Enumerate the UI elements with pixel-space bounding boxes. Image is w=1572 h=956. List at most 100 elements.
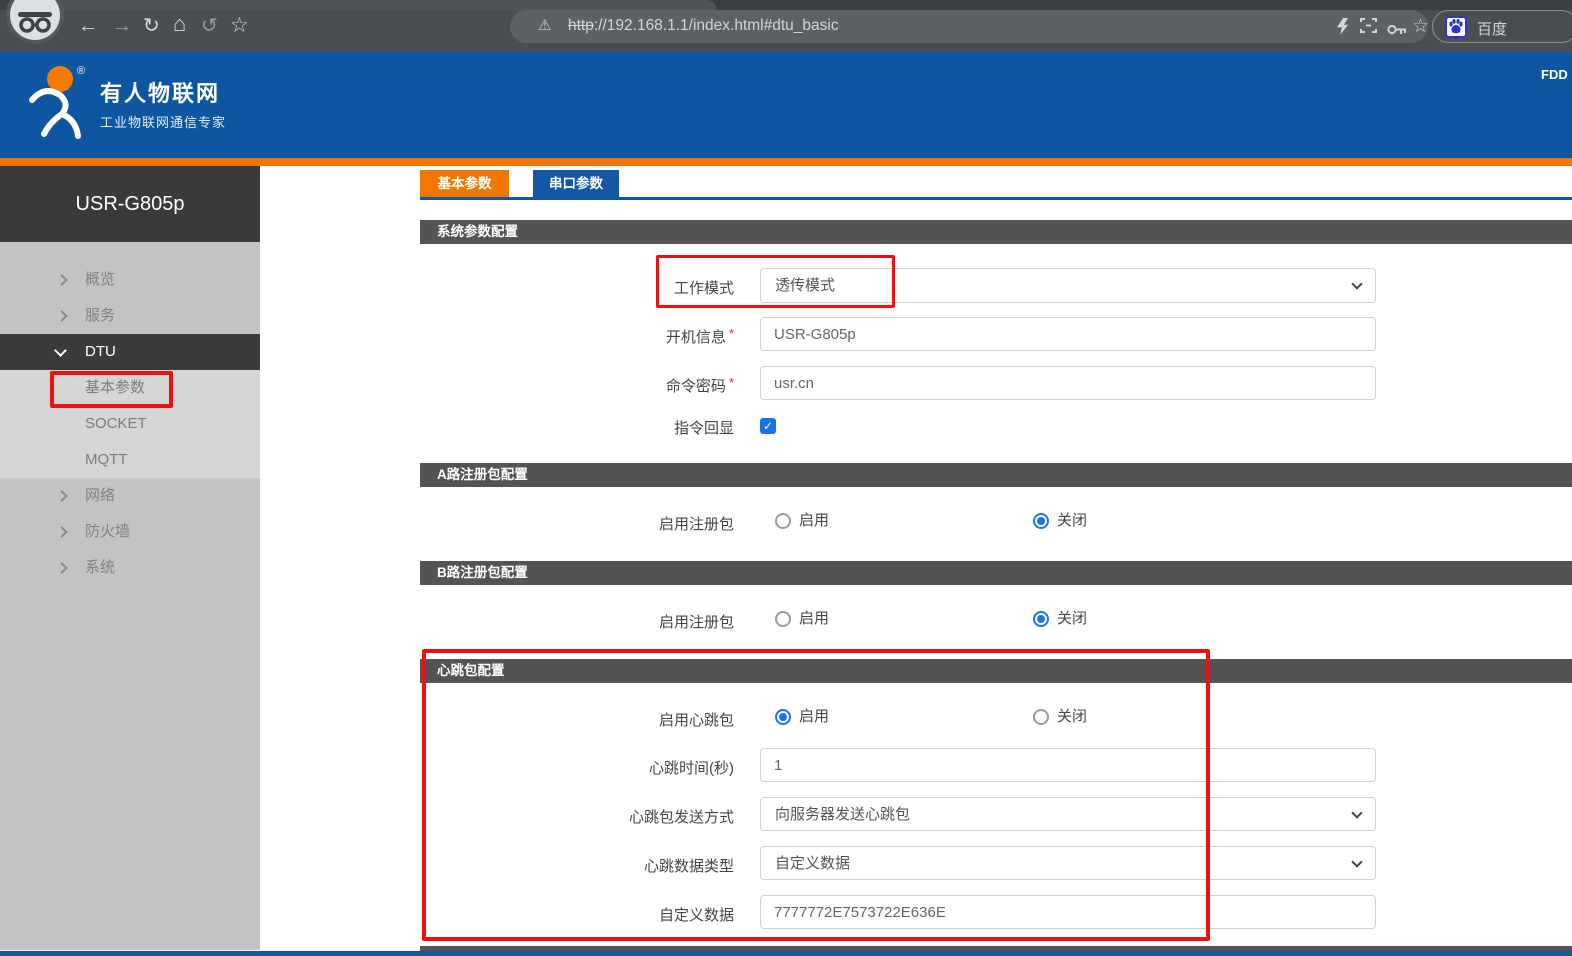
sidebar-item-overview[interactable]: 概览: [0, 262, 260, 298]
browser-toolbar: ← → ↻ ⌂ ↺ ☆ ⚠ http://192.168.1.1/index.h…: [0, 0, 1572, 52]
baidu-logo-icon: [1445, 16, 1467, 38]
home-icon[interactable]: ⌂: [173, 12, 186, 36]
sidebar-item-network[interactable]: 网络: [0, 478, 260, 514]
forward-icon[interactable]: →: [112, 14, 132, 38]
select-value: 自定义数据: [775, 855, 850, 872]
section-header-system-params: 系统参数配置: [420, 220, 1572, 244]
sidebar-item-system[interactable]: 系统: [0, 550, 260, 586]
radio-label: 启用: [799, 708, 829, 726]
section-header-reg-a: A路注册包配置: [420, 463, 1572, 487]
field-label-hb-send-mode: 心跳包发送方式: [460, 806, 734, 827]
back-icon[interactable]: ←: [78, 14, 98, 38]
label-text: 开机信息: [666, 329, 726, 346]
radio-label: 启用: [799, 512, 829, 530]
bookmark-page-star-icon[interactable]: ☆: [1412, 15, 1429, 38]
label-text: 启用注册包: [659, 614, 734, 631]
scan-frame-icon[interactable]: [1360, 17, 1377, 39]
sidebar-item-basic-params[interactable]: 基本参数: [0, 370, 260, 406]
chevron-down-icon: [1351, 278, 1362, 289]
sidebar-item-mqtt[interactable]: MQTT: [0, 442, 260, 478]
tab-serial-params[interactable]: 串口参数: [533, 170, 619, 197]
boot-info-input[interactable]: [760, 317, 1376, 351]
field-label-boot-info: 开机信息*: [460, 326, 734, 347]
radio-label: 关闭: [1057, 512, 1087, 530]
search-engine-label: 百度: [1477, 18, 1507, 39]
sidebar-item-label: DTU: [85, 334, 116, 370]
chevron-down-icon: [54, 344, 67, 357]
sidebar-item-label: 防火墙: [85, 514, 130, 550]
radio-label: 关闭: [1057, 610, 1087, 628]
field-label-reg-b-enable: 启用注册包: [460, 611, 734, 632]
select-value: 向服务器发送心跳包: [775, 806, 910, 823]
label-text: 心跳包发送方式: [629, 809, 734, 826]
sidebar-item-label: MQTT: [85, 442, 128, 478]
chevron-right-icon: [56, 274, 67, 285]
radio-checked-icon: [1033, 611, 1049, 627]
device-name: USR-G805p: [0, 166, 260, 242]
hb-custom-data-input[interactable]: [760, 895, 1376, 929]
work-mode-select[interactable]: 透传模式: [760, 268, 1376, 303]
label-text: 心跳数据类型: [644, 858, 734, 875]
required-asterisk: *: [729, 375, 734, 390]
chevron-right-icon: [56, 310, 67, 321]
label-text: 启用心跳包: [659, 712, 734, 729]
cmd-echo-checkbox[interactable]: ✓: [760, 418, 776, 434]
sidebar-item-dtu[interactable]: DTU: [0, 334, 260, 370]
incognito-icon[interactable]: [6, 0, 64, 44]
not-secure-warning-icon[interactable]: ⚠: [538, 16, 551, 34]
bottom-blue-bar: [0, 951, 1572, 956]
brand-name: 有人物联网: [100, 76, 220, 108]
reload-icon[interactable]: ↻: [143, 14, 160, 38]
sidebar-item-firewall[interactable]: 防火墙: [0, 514, 260, 550]
label-text: 心跳时间(秒): [649, 760, 734, 777]
sidebar-item-label: 概览: [85, 262, 115, 298]
brand-slogan: 工业物联网通信专家: [100, 112, 226, 131]
radio-icon: [775, 611, 791, 627]
radio-icon: [1033, 709, 1049, 725]
site-header: ® 有人物联网 工业物联网通信专家 FDD: [0, 52, 1572, 158]
sidebar-item-label: 系统: [85, 550, 115, 586]
url-rest: ://192.168.1.1/index.html#dtu_basic: [594, 17, 839, 34]
chevron-right-icon: [56, 526, 67, 537]
chevron-down-icon: [1351, 856, 1362, 867]
restore-session-icon[interactable]: ↺: [201, 14, 218, 38]
url-text: http://192.168.1.1/index.html#dtu_basic: [568, 17, 839, 35]
radio-checked-icon: [1033, 513, 1049, 529]
label-text: 指令回显: [674, 420, 734, 437]
radio-icon: [775, 513, 791, 529]
usr-logo-icon: ®: [20, 62, 100, 146]
field-label-hb-data-type: 心跳数据类型: [460, 855, 734, 876]
hb-send-mode-select[interactable]: 向服务器发送心跳包: [760, 797, 1376, 831]
sidebar-item-label: 服务: [85, 298, 115, 334]
hb-time-input[interactable]: [760, 748, 1376, 782]
flash-extension-icon[interactable]: [1337, 18, 1348, 35]
active-tab-sliver[interactable]: [52, 0, 716, 10]
address-bar[interactable]: ⚠ http://192.168.1.1/index.html#dtu_basi…: [510, 10, 1428, 43]
radio-label: 启用: [799, 610, 829, 628]
field-label-reg-a-enable: 启用注册包: [460, 513, 734, 534]
label-text: 启用注册包: [659, 516, 734, 533]
section-header-heartbeat: 心跳包配置: [420, 659, 1572, 683]
tab-underline: [420, 197, 1572, 200]
sidebar-nav: USR-G805p 概览 服务 DTU 基本参数 SOCKET MQTT 网络 …: [0, 166, 260, 950]
sidebar-item-socket[interactable]: SOCKET: [0, 406, 260, 442]
chevron-down-icon: [1351, 807, 1362, 818]
sidebar-item-label: 基本参数: [85, 370, 145, 406]
label-text: 命令密码: [666, 378, 726, 395]
chevron-right-icon: [56, 490, 67, 501]
select-value: 透传模式: [775, 277, 835, 294]
label-text: 工作模式: [674, 280, 734, 297]
sidebar-item-label: SOCKET: [85, 406, 147, 442]
cmd-password-input[interactable]: [760, 366, 1376, 400]
bookmark-star-icon[interactable]: ☆: [230, 14, 249, 38]
baidu-search-box[interactable]: 百度: [1432, 10, 1572, 43]
field-label-work-mode: 工作模式: [460, 277, 734, 298]
sidebar-item-label: 网络: [85, 478, 115, 514]
hb-data-type-select[interactable]: 自定义数据: [760, 846, 1376, 880]
sidebar-item-services[interactable]: 服务: [0, 298, 260, 334]
url-scheme: http: [568, 17, 594, 34]
field-label-hb-enable: 启用心跳包: [460, 709, 734, 730]
field-label-hb-custom-data: 自定义数据: [460, 904, 734, 925]
password-key-icon[interactable]: [1387, 22, 1407, 40]
tab-basic-params[interactable]: 基本参数: [420, 170, 509, 197]
